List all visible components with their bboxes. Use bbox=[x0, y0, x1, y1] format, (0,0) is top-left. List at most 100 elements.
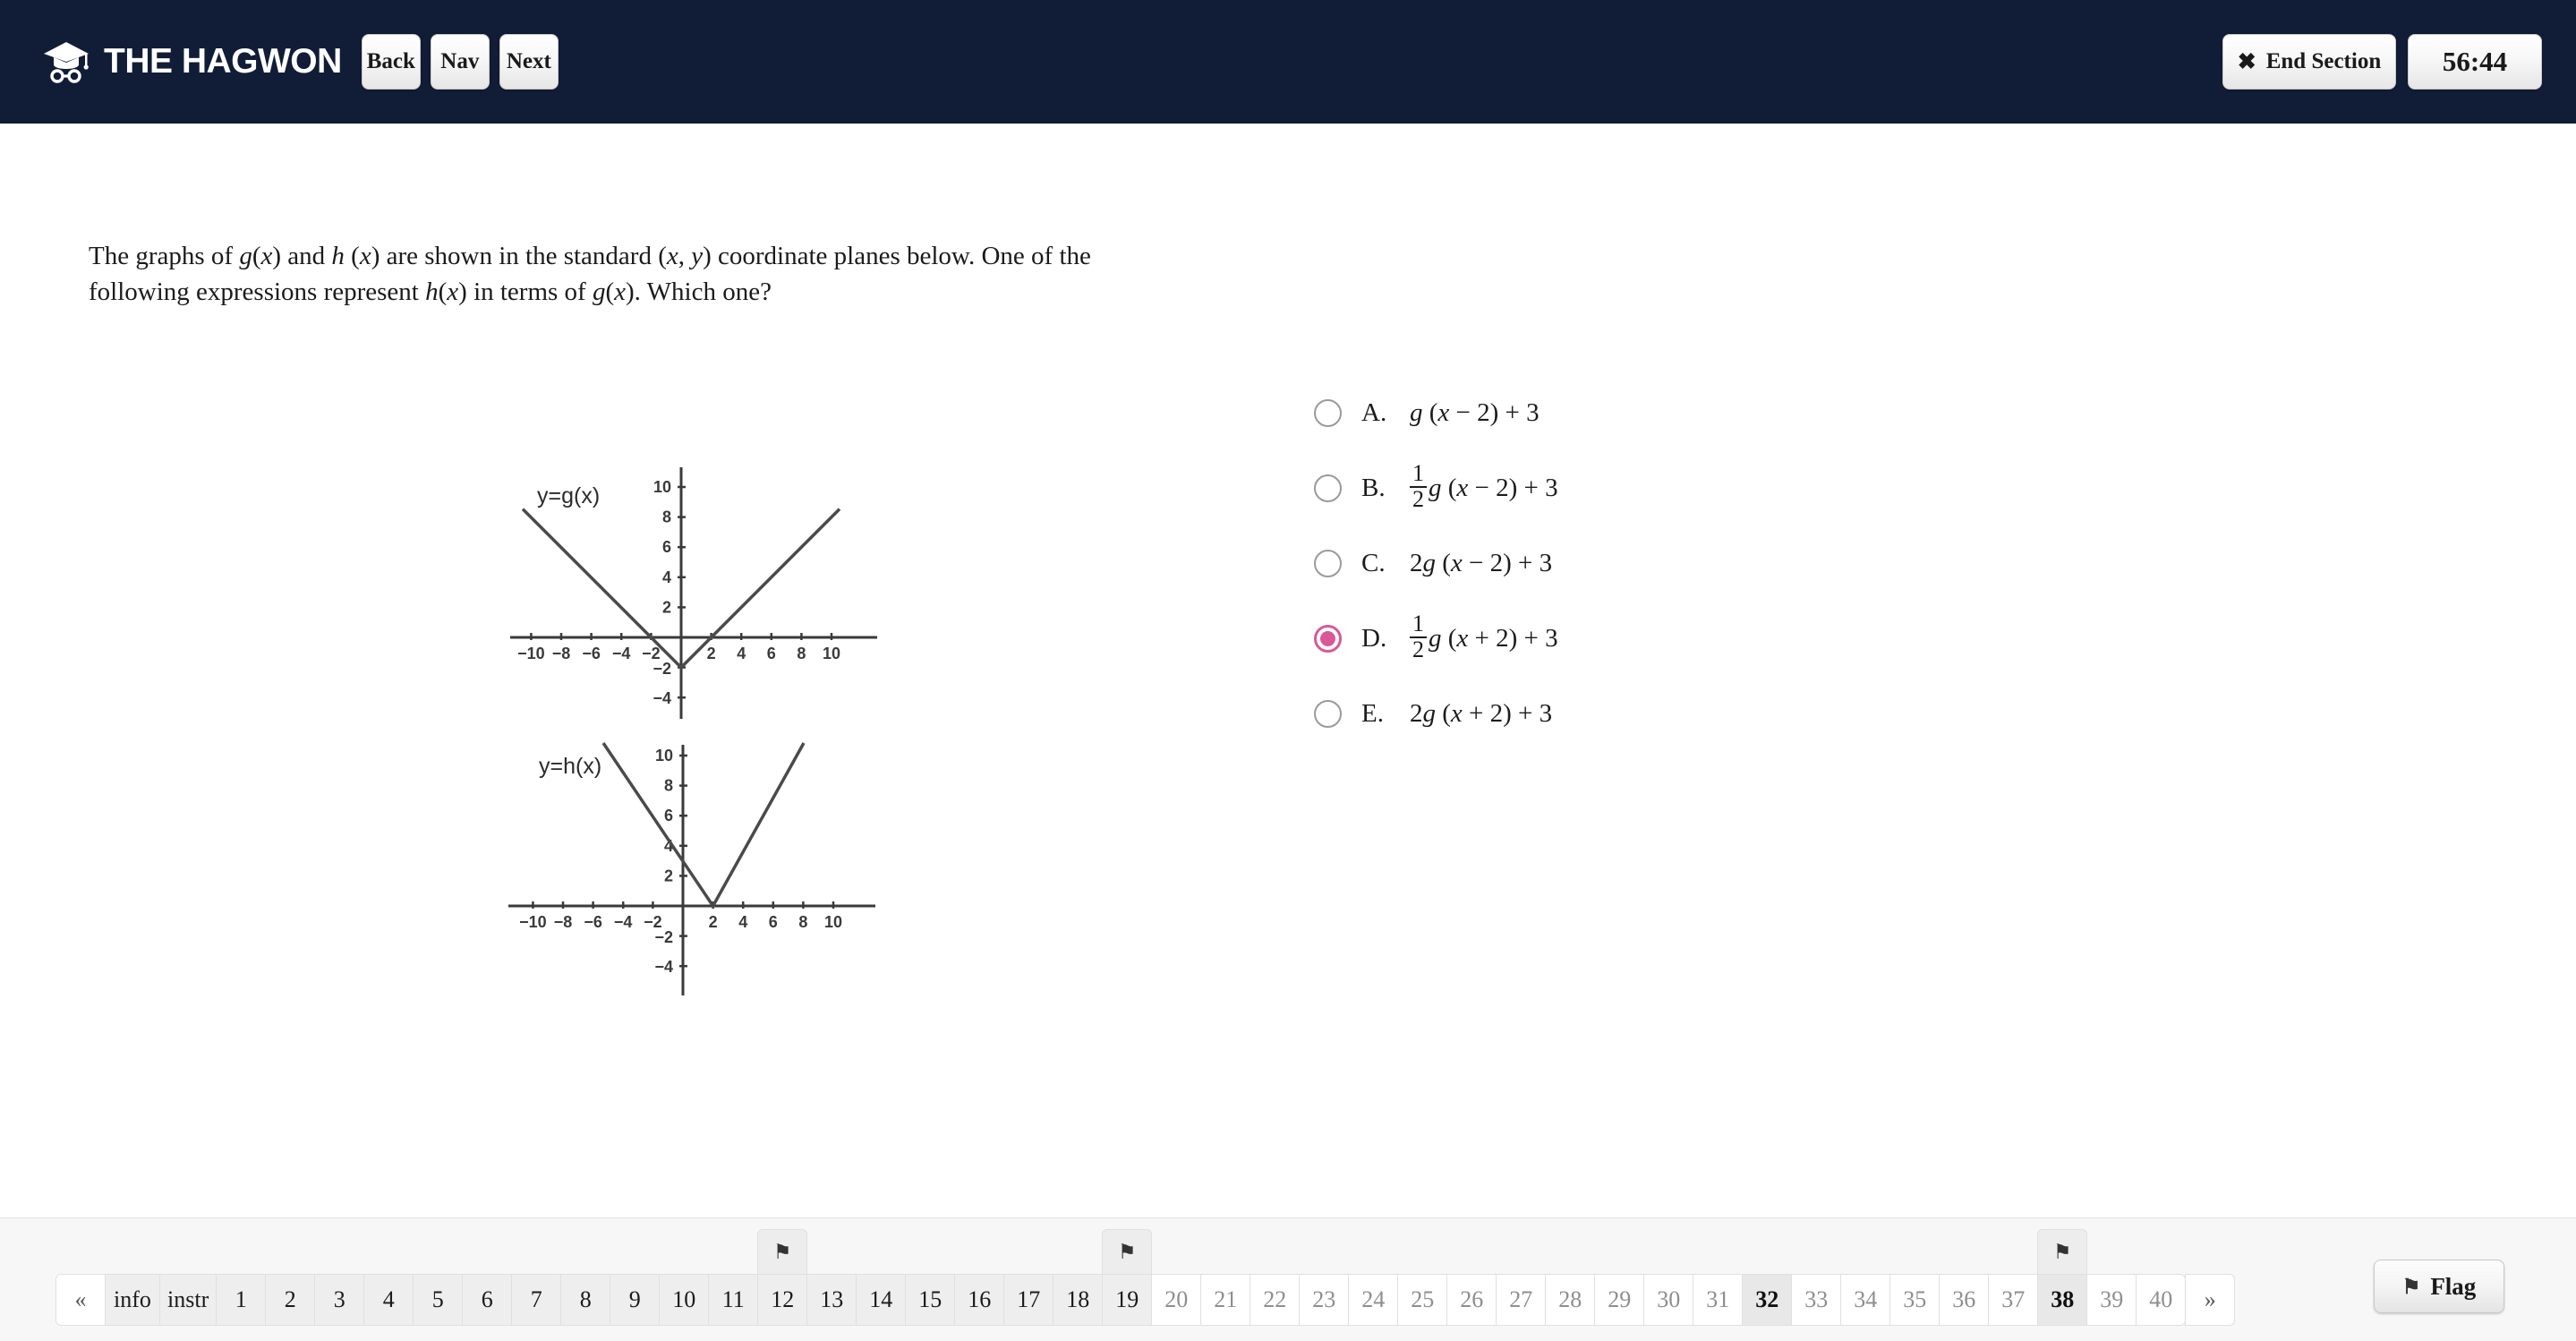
pager-item-10[interactable]: 10 bbox=[659, 1274, 710, 1326]
close-x-icon: ✖ bbox=[2237, 49, 2256, 74]
pager-item-20[interactable]: 20 bbox=[1151, 1274, 1202, 1326]
variable: x bbox=[1450, 698, 1463, 728]
timer-display: 56:44 bbox=[2408, 34, 2542, 90]
pager-item-34[interactable]: 34 bbox=[1840, 1274, 1891, 1326]
choice-expression: 12g (x − 2) + 3 bbox=[1410, 462, 1558, 512]
back-button[interactable]: Back bbox=[361, 34, 421, 90]
svg-text:−10: −10 bbox=[519, 913, 547, 931]
pager-cell-wrapper: 16 bbox=[954, 1274, 1005, 1326]
pager-item-3[interactable]: 3 bbox=[314, 1274, 365, 1326]
expression-tail: − 2) + 3 bbox=[1468, 473, 1558, 502]
pager-cell-wrapper: ⚑ 12 bbox=[757, 1229, 808, 1326]
pager-item-9[interactable]: 9 bbox=[610, 1274, 661, 1326]
pager-cell-wrapper: 13 bbox=[806, 1274, 857, 1326]
pager-item-5[interactable]: 5 bbox=[413, 1274, 464, 1326]
pager-item-18[interactable]: 18 bbox=[1053, 1274, 1104, 1326]
pager-item-1[interactable]: 1 bbox=[216, 1274, 267, 1326]
choice-expression: 12g (x + 2) + 3 bbox=[1410, 612, 1558, 662]
pager-item-24[interactable]: 24 bbox=[1348, 1274, 1399, 1326]
variable: x bbox=[1450, 548, 1463, 577]
fraction: 12 bbox=[1410, 612, 1427, 662]
pager-item-30[interactable]: 30 bbox=[1643, 1274, 1694, 1326]
pager-cell-wrapper: 5 bbox=[413, 1274, 464, 1326]
svg-text:4: 4 bbox=[737, 645, 746, 662]
svg-text:−4: −4 bbox=[612, 645, 631, 662]
fraction-numerator: 1 bbox=[1412, 611, 1424, 637]
svg-text:10: 10 bbox=[823, 645, 840, 662]
flag-icon: ⚑ bbox=[772, 1241, 792, 1263]
expression-tail: + 2) + 3 bbox=[1468, 623, 1558, 653]
pager-cell-wrapper: 23 bbox=[1299, 1274, 1350, 1326]
pager-item-36[interactable]: 36 bbox=[1939, 1274, 1990, 1326]
pager-item-35[interactable]: 35 bbox=[1889, 1274, 1941, 1326]
pager-item-39[interactable]: 39 bbox=[2086, 1274, 2137, 1326]
pager-item-15[interactable]: 15 bbox=[905, 1274, 956, 1326]
answer-choice-c[interactable]: C. 2 g (x − 2) + 3 bbox=[1314, 542, 1558, 584]
pager-cell-wrapper: 28 bbox=[1545, 1274, 1596, 1326]
pager-item-instr[interactable]: instr bbox=[159, 1274, 218, 1326]
pager-prev-button[interactable]: « bbox=[55, 1274, 106, 1326]
radio-d[interactable] bbox=[1314, 624, 1342, 653]
pager-cell-wrapper: 20 bbox=[1151, 1274, 1202, 1326]
pager-item-13[interactable]: 13 bbox=[806, 1274, 857, 1326]
graph-h-of-x: −10 −8 −6 −4 −2 2 4 6 8 10 10 8 6 4 2 −2… bbox=[508, 742, 875, 995]
svg-text:−8: −8 bbox=[554, 913, 573, 931]
pager-item-4[interactable]: 4 bbox=[363, 1274, 414, 1326]
pager-item-17[interactable]: 17 bbox=[1003, 1274, 1054, 1326]
pager-item-14[interactable]: 14 bbox=[856, 1274, 907, 1326]
pager-cell-wrapper: info bbox=[105, 1274, 160, 1326]
pager-item-31[interactable]: 31 bbox=[1693, 1274, 1744, 1326]
answer-choice-e[interactable]: E. 2 g (x + 2) + 3 bbox=[1314, 693, 1558, 734]
radio-e[interactable] bbox=[1314, 699, 1342, 728]
pager-cell-wrapper: 3 bbox=[314, 1274, 365, 1326]
question-content-area: The graphs of g(x) and h (x) are shown i… bbox=[0, 124, 2576, 1217]
pager-item-22[interactable]: 22 bbox=[1250, 1274, 1301, 1326]
pager-item-6[interactable]: 6 bbox=[462, 1274, 513, 1326]
pager-item-21[interactable]: 21 bbox=[1200, 1274, 1251, 1326]
radio-b[interactable] bbox=[1314, 474, 1342, 502]
next-button[interactable]: Next bbox=[499, 34, 559, 90]
pager-item-11[interactable]: 11 bbox=[708, 1274, 759, 1326]
pager-item-2[interactable]: 2 bbox=[265, 1274, 316, 1326]
pager-item-38[interactable]: 38 bbox=[2037, 1274, 2088, 1326]
coefficient: 2 bbox=[1410, 548, 1423, 577]
bottom-navigation-bar: «info instr 1 2 3 4 5 6 7 8 9 10 11 ⚑ 12 13 14 15 16 17 18 ⚑ 1… bbox=[0, 1217, 2576, 1341]
pager-item-29[interactable]: 29 bbox=[1594, 1274, 1645, 1326]
open-paren: ( bbox=[1436, 698, 1451, 728]
svg-text:−4: −4 bbox=[653, 689, 671, 707]
pager-item-19[interactable]: 19 bbox=[1102, 1274, 1153, 1326]
pager-item-23[interactable]: 23 bbox=[1299, 1274, 1350, 1326]
flag-marker: ⚑ bbox=[757, 1229, 808, 1274]
answer-choice-b[interactable]: B. 1 2 g (x − 2) + 3 bbox=[1314, 462, 1558, 511]
pager-item-16[interactable]: 16 bbox=[954, 1274, 1005, 1326]
pager-item-27[interactable]: 27 bbox=[1496, 1274, 1547, 1326]
pager-next-button[interactable]: » bbox=[2185, 1274, 2236, 1326]
pager-item-37[interactable]: 37 bbox=[1988, 1274, 2039, 1326]
pager-item-info[interactable]: info bbox=[105, 1274, 160, 1326]
pager-item-26[interactable]: 26 bbox=[1446, 1274, 1497, 1326]
pager-item-32[interactable]: 32 bbox=[1742, 1274, 1793, 1326]
function-name: g bbox=[1429, 473, 1442, 502]
svg-text:−2: −2 bbox=[653, 660, 671, 678]
flag-button[interactable]: ⚑ Flag bbox=[2374, 1260, 2504, 1313]
flag-icon: ⚑ bbox=[2401, 1275, 2421, 1298]
pager-item-8[interactable]: 8 bbox=[560, 1274, 611, 1326]
pager-item-40[interactable]: 40 bbox=[2136, 1274, 2187, 1326]
expression-tail: − 2) + 3 bbox=[1462, 548, 1553, 577]
pager-item-28[interactable]: 28 bbox=[1545, 1274, 1596, 1326]
nav-button[interactable]: Nav bbox=[430, 34, 490, 90]
pager-item-12[interactable]: 12 bbox=[757, 1274, 808, 1326]
pager-cell-wrapper: 31 bbox=[1693, 1274, 1744, 1326]
radio-c[interactable] bbox=[1314, 549, 1342, 577]
radio-a[interactable] bbox=[1314, 398, 1342, 427]
graph-g-of-x: −10 −8 −6 −4 −2 2 4 6 8 10 10 8 6 4 2 −2… bbox=[510, 467, 877, 719]
svg-text:8: 8 bbox=[797, 645, 806, 662]
pager-item-33[interactable]: 33 bbox=[1791, 1274, 1842, 1326]
function-name: g bbox=[1422, 548, 1437, 577]
pager-item-25[interactable]: 25 bbox=[1397, 1274, 1448, 1326]
end-section-button[interactable]: ✖ End Section bbox=[2222, 34, 2396, 90]
pager-item-7[interactable]: 7 bbox=[511, 1274, 562, 1326]
answer-choice-d[interactable]: D. 1 2 g (x + 2) + 3 bbox=[1314, 612, 1558, 662]
graph-h-label: y=h(x) bbox=[539, 754, 601, 779]
answer-choice-a[interactable]: A. g (x − 2) + 3 bbox=[1314, 392, 1558, 433]
